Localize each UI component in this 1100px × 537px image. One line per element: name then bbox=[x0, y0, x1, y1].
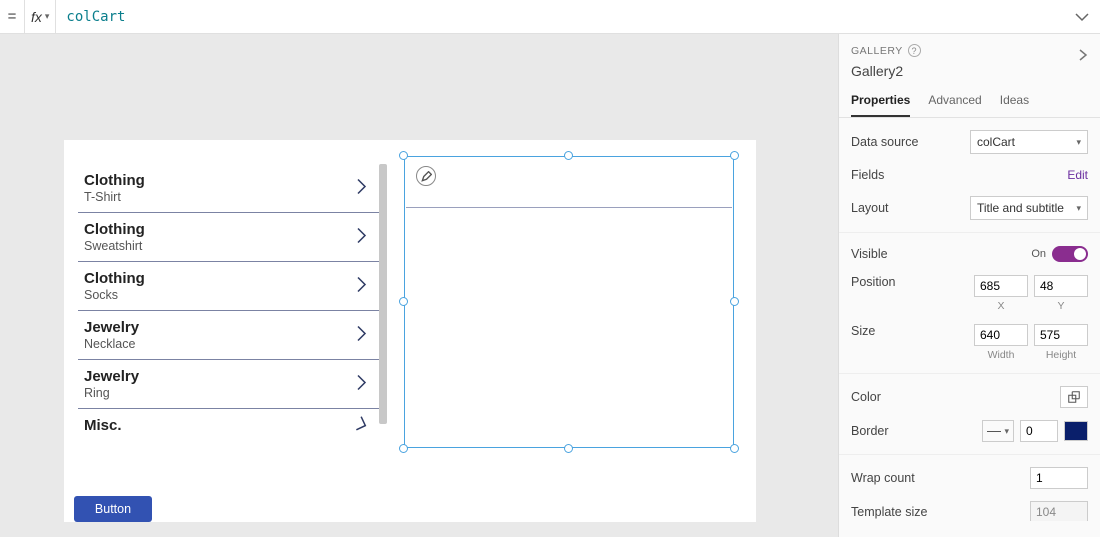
formula-input[interactable]: colCart bbox=[56, 0, 1064, 33]
template-size-label: Template size bbox=[851, 505, 927, 519]
item-title: Misc. bbox=[84, 417, 359, 434]
resize-handle[interactable] bbox=[399, 151, 408, 160]
canvas-area: Clothing T-Shirt Clothing Sweatshirt Clo… bbox=[0, 34, 838, 537]
resize-handle[interactable] bbox=[564, 151, 573, 160]
chevron-down-icon: ▾ bbox=[45, 11, 50, 22]
border-style-dropdown[interactable]: ▾ bbox=[982, 420, 1014, 442]
panel-tabs: Properties Advanced Ideas bbox=[839, 83, 1100, 118]
tab-ideas[interactable]: Ideas bbox=[1000, 93, 1029, 117]
gallery1[interactable]: Clothing T-Shirt Clothing Sweatshirt Clo… bbox=[78, 164, 387, 481]
resize-handle[interactable] bbox=[730, 444, 739, 453]
chevron-right-icon[interactable] bbox=[355, 324, 369, 347]
layout-dropdown[interactable]: Title and subtitle ▾ bbox=[970, 196, 1088, 220]
chevron-down-icon: ▾ bbox=[1076, 203, 1081, 214]
item-title: Clothing bbox=[84, 172, 359, 189]
fields-label: Fields bbox=[851, 168, 884, 182]
wrap-count-label: Wrap count bbox=[851, 471, 915, 485]
fx-label: fx bbox=[31, 9, 42, 25]
visible-label: Visible bbox=[851, 247, 888, 261]
wrap-count-input[interactable] bbox=[1030, 467, 1088, 489]
chevron-down-icon: ▾ bbox=[1076, 137, 1081, 148]
size-label: Size bbox=[851, 324, 875, 338]
tab-advanced[interactable]: Advanced bbox=[928, 93, 981, 117]
visible-on-label: On bbox=[1031, 248, 1046, 260]
width-sublabel: Width bbox=[988, 349, 1015, 361]
selection-outline bbox=[404, 156, 734, 448]
edit-template-button[interactable] bbox=[416, 166, 436, 186]
resize-handle[interactable] bbox=[564, 444, 573, 453]
resize-handle[interactable] bbox=[730, 297, 739, 306]
resize-handle[interactable] bbox=[399, 444, 408, 453]
panel-header: GALLERY ? Gallery2 bbox=[839, 34, 1100, 83]
item-title: Jewelry bbox=[84, 368, 359, 385]
gallery-item[interactable]: Misc. bbox=[78, 408, 387, 443]
chevron-right-icon[interactable] bbox=[355, 177, 369, 200]
visible-toggle[interactable] bbox=[1052, 246, 1088, 262]
control-type-text: GALLERY bbox=[851, 45, 903, 57]
gallery-item[interactable]: Jewelry Ring bbox=[78, 359, 387, 408]
item-subtitle: Socks bbox=[84, 288, 359, 302]
chevron-right-icon[interactable] bbox=[1078, 48, 1088, 65]
item-subtitle: Necklace bbox=[84, 337, 359, 351]
chevron-right-icon[interactable] bbox=[355, 226, 369, 249]
resize-handle[interactable] bbox=[730, 151, 739, 160]
fields-edit-link[interactable]: Edit bbox=[1067, 168, 1088, 182]
border-label: Border bbox=[851, 424, 889, 438]
color-label: Color bbox=[851, 390, 881, 404]
item-subtitle: Ring bbox=[84, 386, 359, 400]
y-sublabel: Y bbox=[1057, 300, 1064, 312]
fx-dropdown[interactable]: fx ▾ bbox=[24, 0, 56, 33]
workspace: Clothing T-Shirt Clothing Sweatshirt Clo… bbox=[0, 34, 1100, 537]
color-picker-button[interactable] bbox=[1060, 386, 1088, 408]
gallery-item[interactable]: Clothing Socks bbox=[78, 261, 387, 310]
chevron-right-icon[interactable] bbox=[355, 373, 369, 396]
border-width-input[interactable] bbox=[1020, 420, 1058, 442]
properties-scroll[interactable]: Data source colCart ▾ Fields Edit Layout… bbox=[839, 118, 1100, 521]
button-control[interactable]: Button bbox=[74, 496, 152, 522]
help-icon[interactable]: ? bbox=[908, 44, 921, 57]
control-name[interactable]: Gallery2 bbox=[851, 63, 1088, 79]
position-x-input[interactable] bbox=[974, 275, 1028, 297]
item-title: Clothing bbox=[84, 270, 359, 287]
item-title: Clothing bbox=[84, 221, 359, 238]
gallery-template-row[interactable] bbox=[406, 158, 732, 208]
gallery-item[interactable]: Clothing Sweatshirt bbox=[78, 212, 387, 261]
position-label: Position bbox=[851, 275, 895, 289]
size-height-input[interactable] bbox=[1034, 324, 1088, 346]
gallery-item[interactable]: Jewelry Necklace bbox=[78, 310, 387, 359]
control-type-label: GALLERY ? bbox=[851, 44, 1088, 57]
chevron-right-icon[interactable] bbox=[355, 275, 369, 298]
item-title: Jewelry bbox=[84, 319, 359, 336]
template-size-input[interactable] bbox=[1030, 501, 1088, 521]
layout-value: Title and subtitle bbox=[977, 201, 1064, 215]
item-subtitle: T-Shirt bbox=[84, 190, 359, 204]
border-color-swatch[interactable] bbox=[1064, 421, 1088, 441]
position-y-input[interactable] bbox=[1034, 275, 1088, 297]
scrollbar[interactable] bbox=[379, 164, 387, 424]
expand-formula-icon[interactable] bbox=[1064, 9, 1100, 25]
data-source-label: Data source bbox=[851, 135, 918, 149]
height-sublabel: Height bbox=[1046, 349, 1076, 361]
size-width-input[interactable] bbox=[974, 324, 1028, 346]
item-subtitle: Sweatshirt bbox=[84, 239, 359, 253]
properties-panel: GALLERY ? Gallery2 Properties Advanced I… bbox=[838, 34, 1100, 537]
data-source-value: colCart bbox=[977, 135, 1015, 149]
chevron-down-icon: ▾ bbox=[1004, 426, 1009, 437]
equals-symbol: = bbox=[0, 8, 24, 25]
tab-properties[interactable]: Properties bbox=[851, 93, 910, 117]
gallery-item[interactable]: Clothing T-Shirt bbox=[78, 164, 387, 212]
data-source-dropdown[interactable]: colCart ▾ bbox=[970, 130, 1088, 154]
x-sublabel: X bbox=[997, 300, 1004, 312]
formula-bar: = fx ▾ colCart bbox=[0, 0, 1100, 34]
layout-label: Layout bbox=[851, 201, 889, 215]
gallery2-selected[interactable] bbox=[404, 156, 734, 448]
resize-handle[interactable] bbox=[399, 297, 408, 306]
